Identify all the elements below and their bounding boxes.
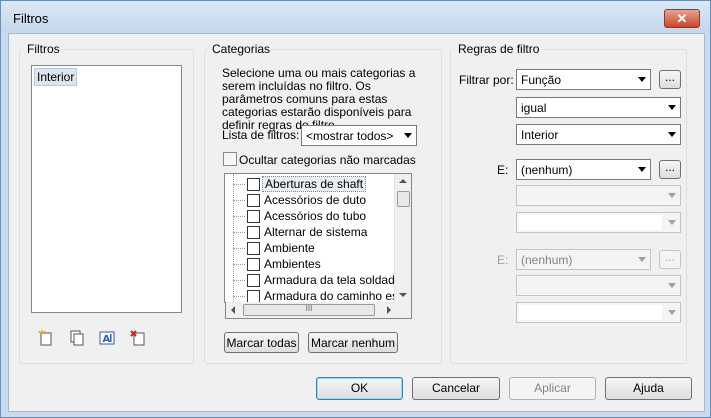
category-row[interactable]: Ambientes (225, 256, 411, 272)
rule3-parameter-value: (nenhum) (521, 253, 573, 267)
rule1-value-text: Interior (521, 128, 559, 142)
category-row[interactable]: Aberturas de shaft (225, 176, 411, 192)
and1-label: E: (497, 163, 509, 177)
category-row[interactable]: Alternar de sistema (225, 224, 411, 240)
categories-description: Selecione uma ou mais categorias a serem… (222, 66, 416, 132)
rule3-parameter-dropdown[interactable]: (nenhum) (516, 249, 651, 270)
category-label: Armadura do caminho estrut... (264, 289, 412, 303)
filter-rules-group-legend: Regras de filtro (458, 42, 540, 56)
rule3-value-dropdown[interactable] (516, 302, 681, 323)
apply-button[interactable]: Aplicar (509, 377, 596, 400)
category-row[interactable]: Acessórios do tubo (225, 208, 411, 224)
category-checkbox[interactable] (247, 274, 260, 287)
rename-filter-icon[interactable]: A (99, 330, 115, 346)
chevron-down-icon (668, 105, 676, 110)
hide-unchecked-label: Ocultar categorias não marcadas (239, 153, 416, 167)
chevron-down-icon (638, 77, 646, 82)
chevron-down-icon (668, 310, 676, 315)
filter-by-label: Filtrar por: (459, 73, 514, 87)
filters-dialog: Filtros ✕ Filtros Interior A Categorias … (0, 0, 711, 418)
category-checkbox[interactable] (247, 226, 260, 239)
rule2-value-dropdown[interactable] (516, 212, 681, 233)
scroll-left-icon[interactable] (231, 306, 235, 314)
rule2-parameter-value: (nenhum) (521, 163, 573, 177)
category-label: Alternar de sistema (264, 225, 368, 239)
chevron-down-icon (668, 283, 676, 288)
chevron-down-icon (668, 193, 676, 198)
dialog-title: Filtros (13, 11, 49, 26)
rule3-browse-button[interactable]: ... (659, 250, 681, 269)
rule2-browse-button[interactable]: ... (659, 160, 681, 179)
cancel-button[interactable]: Cancelar (412, 377, 500, 400)
filters-list[interactable]: Interior (31, 65, 182, 313)
category-row[interactable]: Armadura da tela soldada estru (225, 272, 411, 288)
filter-list-value: <mostrar todos> (306, 129, 394, 143)
delete-filter-icon[interactable] (130, 330, 146, 346)
rule1-parameter-dropdown[interactable]: Função (516, 69, 651, 90)
category-checkbox[interactable] (247, 258, 260, 271)
close-button[interactable]: ✕ (664, 9, 700, 28)
hide-unchecked-checkbox[interactable] (223, 152, 237, 166)
dialog-body: Filtros Interior A Categorias Selecione … (8, 33, 705, 412)
rule2-parameter-dropdown[interactable]: (nenhum) (516, 159, 651, 180)
scroll-right-icon[interactable] (387, 306, 391, 314)
scroll-down-icon[interactable] (399, 293, 407, 297)
category-row[interactable]: Acessórios de duto (225, 192, 411, 208)
rule1-parameter-value: Função (521, 73, 562, 87)
chevron-down-icon (668, 220, 676, 225)
category-label: Ambientes (264, 257, 321, 271)
filter-list-label: Lista de filtros: (222, 128, 300, 142)
rule1-operator-dropdown[interactable]: igual (516, 97, 681, 118)
category-label: Armadura da tela soldada estru (264, 273, 411, 287)
title-bar[interactable]: Filtros ✕ (1, 1, 710, 32)
scroll-thumb[interactable] (397, 191, 410, 207)
categories-tree[interactable]: Aberturas de shaft Acessórios de duto Ac… (224, 173, 412, 303)
filter-item-interior[interactable]: Interior (34, 68, 78, 86)
category-checkbox[interactable] (247, 210, 260, 223)
category-checkbox[interactable] (247, 194, 260, 207)
check-all-button[interactable]: Marcar todas (224, 332, 299, 353)
chevron-down-icon (638, 167, 646, 172)
category-checkbox[interactable] (247, 178, 260, 191)
rule2-operator-dropdown[interactable] (516, 185, 681, 206)
rule3-operator-dropdown[interactable] (516, 275, 681, 296)
rule1-browse-button[interactable]: ... (659, 70, 681, 89)
filter-list-dropdown[interactable]: <mostrar todos> (301, 125, 417, 146)
rule1-value-dropdown[interactable]: Interior (516, 124, 681, 145)
chevron-down-icon (638, 257, 646, 262)
scroll-thumb-horizontal[interactable]: III (243, 304, 375, 316)
category-row[interactable]: Ambiente (225, 240, 411, 256)
chevron-down-icon (668, 132, 676, 137)
categories-vertical-scrollbar[interactable] (394, 174, 411, 302)
check-none-button[interactable]: Marcar nenhum (308, 332, 398, 353)
and2-label: E: (497, 253, 509, 267)
new-filter-icon[interactable] (38, 330, 54, 346)
scroll-up-icon[interactable] (399, 179, 407, 183)
filters-group-legend: Filtros (27, 42, 60, 56)
categories-horizontal-scrollbar[interactable]: III (225, 302, 412, 319)
help-button[interactable]: Ajuda (605, 377, 692, 400)
duplicate-filter-icon[interactable] (69, 330, 85, 346)
rule1-operator-value: igual (521, 101, 547, 115)
category-label: Acessórios do tubo (264, 209, 367, 223)
category-checkbox[interactable] (247, 242, 260, 255)
svg-text:A: A (103, 334, 111, 345)
chevron-down-icon (404, 133, 412, 138)
category-row[interactable]: Armadura do caminho estrut... (225, 288, 412, 303)
category-label: Ambiente (264, 241, 315, 255)
category-label: Aberturas de shaft (262, 176, 367, 192)
ok-button[interactable]: OK (316, 377, 403, 400)
category-label: Acessórios de duto (264, 193, 367, 207)
categories-group-legend: Categorias (212, 42, 271, 56)
